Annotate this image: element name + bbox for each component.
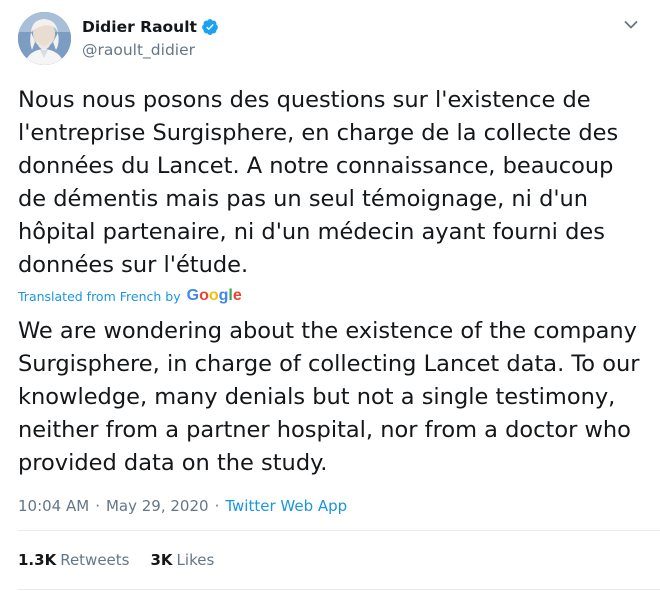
avatar[interactable] xyxy=(18,12,71,65)
divider xyxy=(18,589,660,590)
display-name[interactable]: Didier Raoult xyxy=(82,16,197,38)
tweet-text: Nous nous posons des questions sur l'exi… xyxy=(18,87,619,278)
tweet-stats: 1.3K Retweets 3K Likes xyxy=(18,549,214,571)
translation-attribution: Translated from French by Google xyxy=(18,285,242,307)
divider xyxy=(18,530,660,531)
tweet-header: Didier Raoult @raoult_didier xyxy=(18,12,642,68)
likes-count: 3K xyxy=(150,551,173,569)
display-name-row: Didier Raoult xyxy=(82,16,219,38)
tweet-card: Didier Raoult @raoult_didier Nous nous p… xyxy=(0,0,660,591)
author-names: Didier Raoult @raoult_didier xyxy=(82,16,219,61)
handle[interactable]: @raoult_didier xyxy=(82,39,219,61)
retweets-count: 1.3K xyxy=(18,551,57,569)
verified-badge-icon xyxy=(201,18,219,36)
translated-text: We are wondering about the existence of … xyxy=(18,318,640,476)
retweets-stat[interactable]: 1.3K Retweets xyxy=(18,551,129,569)
translated-from-link[interactable]: Translated from French xyxy=(18,289,161,304)
google-logo: Google xyxy=(186,287,242,304)
tweet-date[interactable]: May 29, 2020 xyxy=(106,497,209,515)
likes-stat[interactable]: 3K Likes xyxy=(150,551,214,569)
meta-separator: · xyxy=(214,497,220,515)
tweet-source-link[interactable]: Twitter Web App xyxy=(225,497,347,515)
meta-separator: · xyxy=(95,497,100,515)
retweets-label: Retweets xyxy=(60,551,130,569)
chevron-down-icon[interactable] xyxy=(622,16,640,34)
translated-by-label: by xyxy=(165,288,181,304)
likes-label: Likes xyxy=(176,551,215,569)
tweet-time[interactable]: 10:04 AM xyxy=(18,497,89,515)
tweet-meta: 10:04 AM · May 29, 2020 · Twitter Web Ap… xyxy=(18,495,347,517)
